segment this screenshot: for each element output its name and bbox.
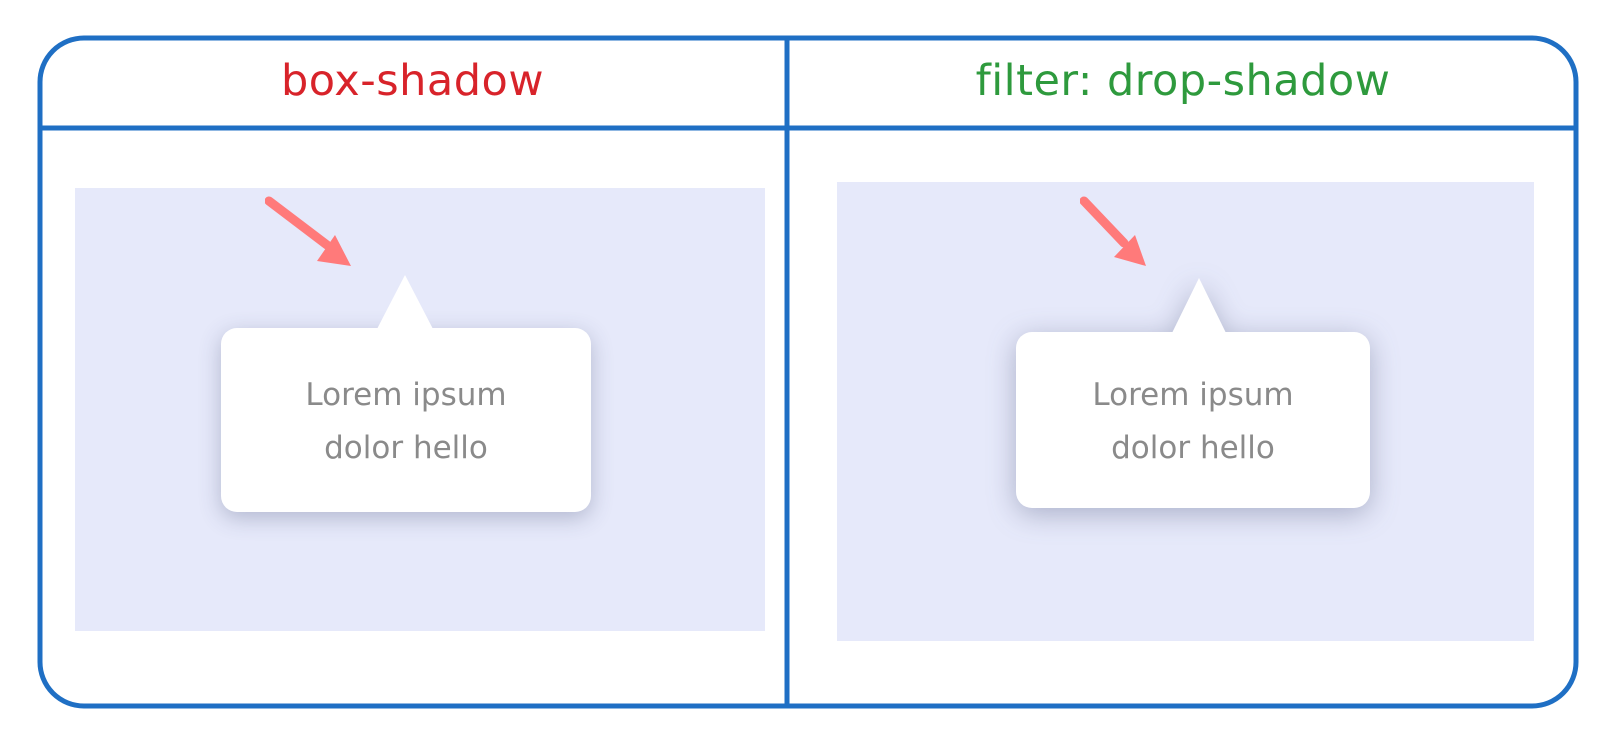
tooltip-line-2: dolor hello (324, 430, 488, 466)
pointer-arrow-icon (265, 196, 351, 266)
tooltip-tail-drop-shadow (1172, 278, 1226, 333)
column-heading-box-shadow: box-shadow (280, 56, 545, 106)
tooltip-line-1: Lorem ipsum (305, 377, 507, 413)
tooltip-text-box-shadow: Lorem ipsum dolor hello (221, 369, 591, 475)
tooltip-line-1: Lorem ipsum (1092, 377, 1294, 413)
tooltip-text-drop-shadow: Lorem ipsum dolor hello (1016, 369, 1370, 475)
tooltip-line-2: dolor hello (1111, 430, 1275, 466)
pointer-arrow-icon (1080, 196, 1146, 266)
tooltip-tail-box-shadow (377, 275, 433, 329)
column-heading-drop-shadow: filter: drop-shadow (975, 56, 1391, 106)
